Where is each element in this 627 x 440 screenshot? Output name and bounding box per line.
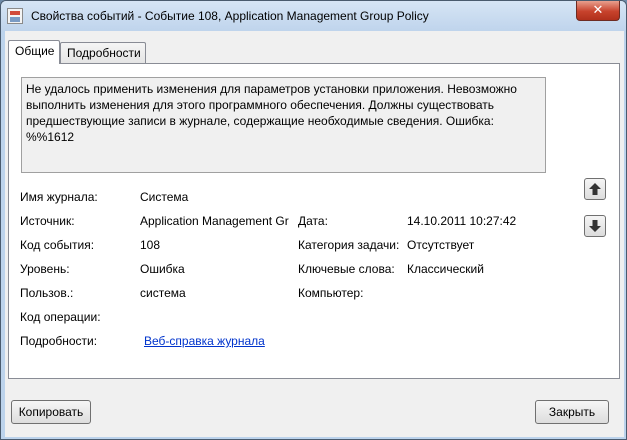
more-info-label: Подробности: — [20, 334, 98, 348]
dialog-client-area: Подробности Общие Не удалось применить и… — [5, 31, 624, 437]
tab-details[interactable]: Подробности — [60, 42, 146, 64]
window-title: Свойства событий - Событие 108, Applicat… — [31, 9, 429, 23]
opcode-label: Код операции: — [20, 310, 101, 324]
level-label: Уровень: — [20, 262, 70, 276]
level-value: Ошибка — [140, 262, 185, 276]
task-category-label: Категория задачи: — [298, 238, 400, 252]
computer-label: Компьютер: — [298, 286, 364, 300]
log-name-value: Система — [140, 190, 189, 204]
copy-button[interactable]: Копировать — [11, 400, 91, 424]
user-label: Пользов.: — [20, 286, 74, 300]
keywords-label: Ключевые слова: — [298, 262, 395, 276]
general-tab-panel: Не удалось применить изменения для парам… — [8, 63, 620, 379]
event-properties-window: Свойства событий - Событие 108, Applicat… — [0, 0, 627, 440]
title-bar[interactable]: Свойства событий - Событие 108, Applicat… — [1, 1, 626, 31]
event-viewer-icon — [7, 8, 23, 24]
next-event-button[interactable] — [584, 215, 606, 237]
log-name-label: Имя журнала: — [20, 190, 98, 204]
date-value: 14.10.2011 10:27:42 — [407, 214, 517, 228]
tab-general[interactable]: Общие — [8, 40, 60, 64]
keywords-value: Классический — [407, 262, 484, 276]
previous-event-button[interactable] — [584, 178, 606, 200]
event-message-text[interactable]: Не удалось применить изменения для парам… — [21, 77, 546, 173]
close-button[interactable]: Закрыть — [535, 400, 609, 424]
event-log-online-help-link[interactable]: Веб-справка журнала — [144, 334, 265, 348]
event-id-label: Код события: — [20, 238, 95, 252]
date-label: Дата: — [298, 214, 328, 228]
arrow-up-icon — [589, 183, 601, 195]
source-label: Источник: — [20, 214, 75, 228]
task-category-value: Отсутствует — [407, 238, 475, 252]
event-id-value: 108 — [140, 238, 161, 252]
source-value: Application Management Gr — [140, 214, 289, 228]
close-window-button[interactable]: ✕ — [576, 1, 620, 21]
user-value: система — [140, 286, 186, 300]
arrow-down-icon — [589, 220, 601, 232]
